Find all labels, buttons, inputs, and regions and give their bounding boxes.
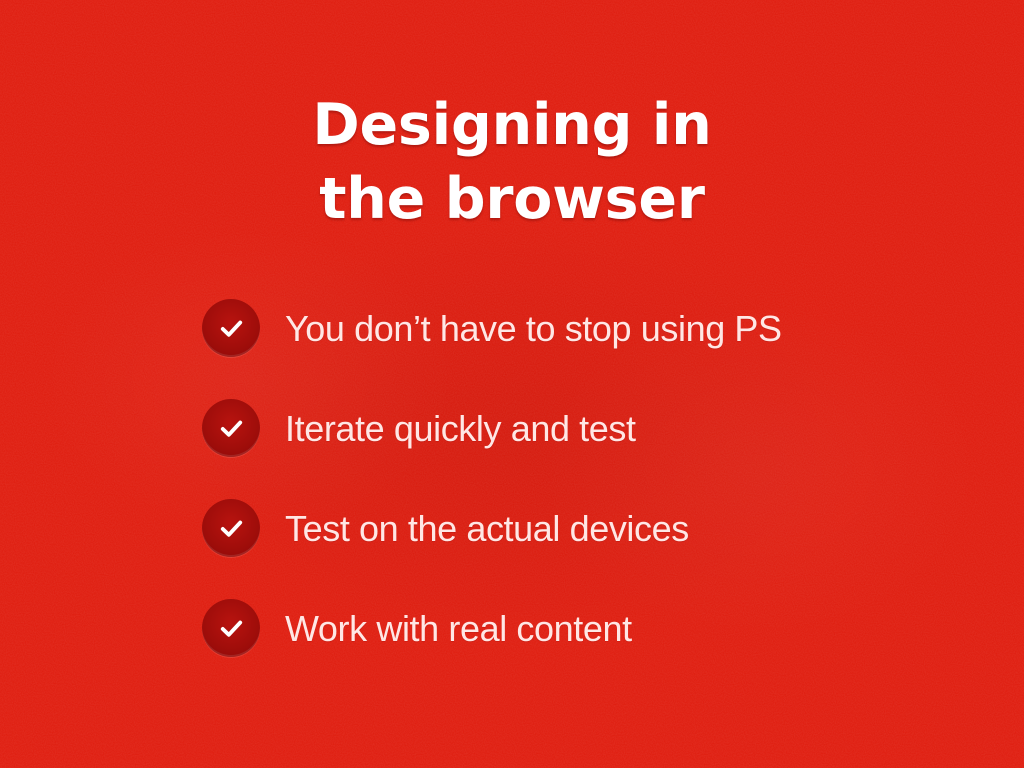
- presentation-slide: Designing in the browser You don’t have …: [0, 0, 1024, 768]
- list-item: Work with real content: [202, 599, 962, 699]
- check-icon: [202, 499, 260, 557]
- list-item-label: Iterate quickly and test: [285, 408, 636, 449]
- slide-title: Designing in the browser: [0, 88, 1024, 236]
- list-item: Iterate quickly and test: [202, 399, 962, 499]
- benefits-list: You don’t have to stop using PS Iterate …: [202, 299, 962, 699]
- check-icon: [202, 299, 260, 357]
- check-icon: [202, 399, 260, 457]
- slide-title-line-1: Designing in: [312, 92, 712, 158]
- list-item: Test on the actual devices: [202, 499, 962, 599]
- slide-title-line-2: the browser: [319, 166, 705, 232]
- list-item: You don’t have to stop using PS: [202, 299, 962, 399]
- list-item-label: You don’t have to stop using PS: [285, 308, 782, 349]
- list-item-label: Test on the actual devices: [285, 508, 689, 549]
- check-icon: [202, 599, 260, 657]
- list-item-label: Work with real content: [285, 608, 632, 649]
